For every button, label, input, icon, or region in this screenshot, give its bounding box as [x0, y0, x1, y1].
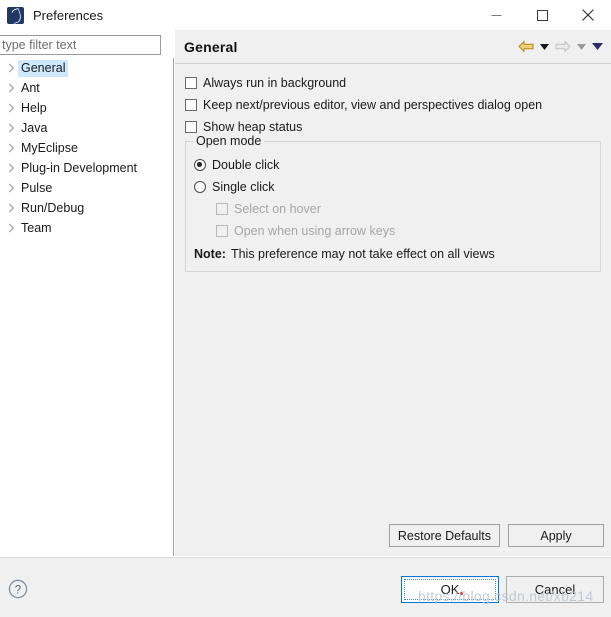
sidebar-item-label: MyEclipse: [21, 140, 78, 155]
open-mode-group-title: Open mode: [193, 134, 265, 148]
checkbox-always-run-in-background[interactable]: Always run in background: [185, 72, 601, 94]
back-dropdown-chevron-icon[interactable]: [540, 43, 549, 50]
svg-text:?: ?: [15, 584, 21, 596]
sidebar-item-label: Help: [21, 100, 47, 115]
sidebar-item-plug-in-development[interactable]: Plug-in Development: [0, 158, 173, 178]
title-bar: Preferences: [0, 0, 611, 30]
note-label: Note:: [194, 247, 226, 261]
checkbox-label: Always run in background: [203, 76, 347, 90]
sidebar-item-help[interactable]: Help: [0, 98, 173, 118]
preferences-tree[interactable]: General Ant Help Java MyEclipse Plug-in …: [0, 58, 174, 556]
sidebar-item-ant[interactable]: Ant: [0, 78, 173, 98]
checkbox-icon[interactable]: [185, 99, 197, 111]
sidebar-item-general[interactable]: General: [0, 58, 173, 78]
forward-arrow-icon: [555, 40, 571, 53]
sidebar-item-label: Pulse: [21, 180, 53, 195]
checkbox-label: Show heap status: [203, 120, 303, 134]
close-icon: [582, 9, 594, 21]
chevron-right-icon[interactable]: [4, 218, 18, 238]
minimize-icon: [491, 14, 501, 16]
checkbox-open-when-using-arrow-keys: Open when using arrow keys: [194, 220, 592, 242]
myeclipse-logo-icon: [7, 6, 24, 24]
sidebar-item-java[interactable]: Java: [0, 118, 173, 138]
help-question-icon[interactable]: ?: [8, 579, 28, 599]
sidebar-item-label: Run/Debug: [21, 200, 85, 215]
filter-input-wrap[interactable]: type filter text: [0, 35, 161, 55]
page-title: General: [184, 38, 238, 55]
checkbox-icon[interactable]: [185, 121, 197, 133]
checkbox-select-on-hover: Select on hover: [194, 198, 592, 220]
checkbox-icon: [216, 225, 228, 237]
open-mode-group: Open mode Double click Single click Sele…: [185, 134, 601, 272]
chevron-right-icon[interactable]: [4, 138, 18, 158]
view-menu-chevron-icon[interactable]: [592, 43, 603, 50]
radio-icon[interactable]: [194, 181, 206, 193]
close-button[interactable]: [565, 0, 611, 30]
sidebar-item-label: Plug-in Development: [21, 160, 138, 175]
page-body: Always run in background Keep next/previ…: [175, 64, 611, 272]
radio-single-click[interactable]: Single click: [194, 176, 592, 198]
chevron-right-icon[interactable]: [4, 198, 18, 218]
forward-dropdown-chevron-icon: [577, 43, 586, 50]
sidebar-item-label: General: [18, 59, 69, 77]
radio-double-click[interactable]: Double click: [194, 154, 592, 176]
page-nav-icons: [518, 40, 603, 53]
watermark-dot: [460, 592, 463, 595]
maximize-button[interactable]: [519, 0, 565, 30]
window-controls: [473, 0, 611, 30]
chevron-right-icon[interactable]: [4, 178, 18, 198]
page-header: General: [175, 30, 611, 64]
back-arrow-icon[interactable]: [518, 40, 534, 53]
apply-button[interactable]: Apply: [508, 524, 604, 547]
maximize-icon: [536, 9, 548, 21]
sidebar-item-pulse[interactable]: Pulse: [0, 178, 173, 198]
window-title: Preferences: [33, 7, 104, 23]
preference-page: General Always run in background Keep ne…: [175, 30, 611, 556]
checkbox-icon: [216, 203, 228, 215]
open-mode-note: Note: This preference may not take effec…: [194, 243, 592, 265]
checkbox-label: Keep next/previous editor, view and pers…: [203, 98, 543, 112]
sidebar-item-myeclipse[interactable]: MyEclipse: [0, 138, 173, 158]
restore-defaults-button[interactable]: Restore Defaults: [388, 524, 500, 547]
watermark-text: https://blog.csdn.net/xb214: [418, 588, 594, 604]
minimize-button[interactable]: [473, 0, 519, 30]
page-action-buttons: Restore Defaults Apply: [388, 524, 604, 547]
sidebar-item-run-debug[interactable]: Run/Debug: [0, 198, 173, 218]
chevron-right-icon[interactable]: [4, 118, 18, 138]
chevron-right-icon[interactable]: [4, 78, 18, 98]
chevron-right-icon[interactable]: [4, 98, 18, 118]
checkbox-label: Select on hover: [234, 202, 321, 216]
search-input[interactable]: type filter text: [2, 38, 76, 52]
sidebar-item-team[interactable]: Team: [0, 218, 173, 238]
checkbox-keep-dialog-open[interactable]: Keep next/previous editor, view and pers…: [185, 94, 601, 116]
checkbox-label: Open when using arrow keys: [234, 224, 396, 238]
chevron-right-icon[interactable]: [4, 58, 18, 78]
sidebar-item-label: Java: [21, 120, 48, 135]
chevron-right-icon[interactable]: [4, 158, 18, 178]
radio-label: Single click: [212, 180, 275, 194]
radio-label: Double click: [212, 158, 280, 172]
checkbox-icon[interactable]: [185, 77, 197, 89]
note-text: This preference may not take effect on a…: [230, 247, 495, 261]
sidebar-item-label: Team: [21, 220, 52, 235]
sidebar-item-label: Ant: [21, 80, 40, 95]
radio-icon[interactable]: [194, 159, 206, 171]
